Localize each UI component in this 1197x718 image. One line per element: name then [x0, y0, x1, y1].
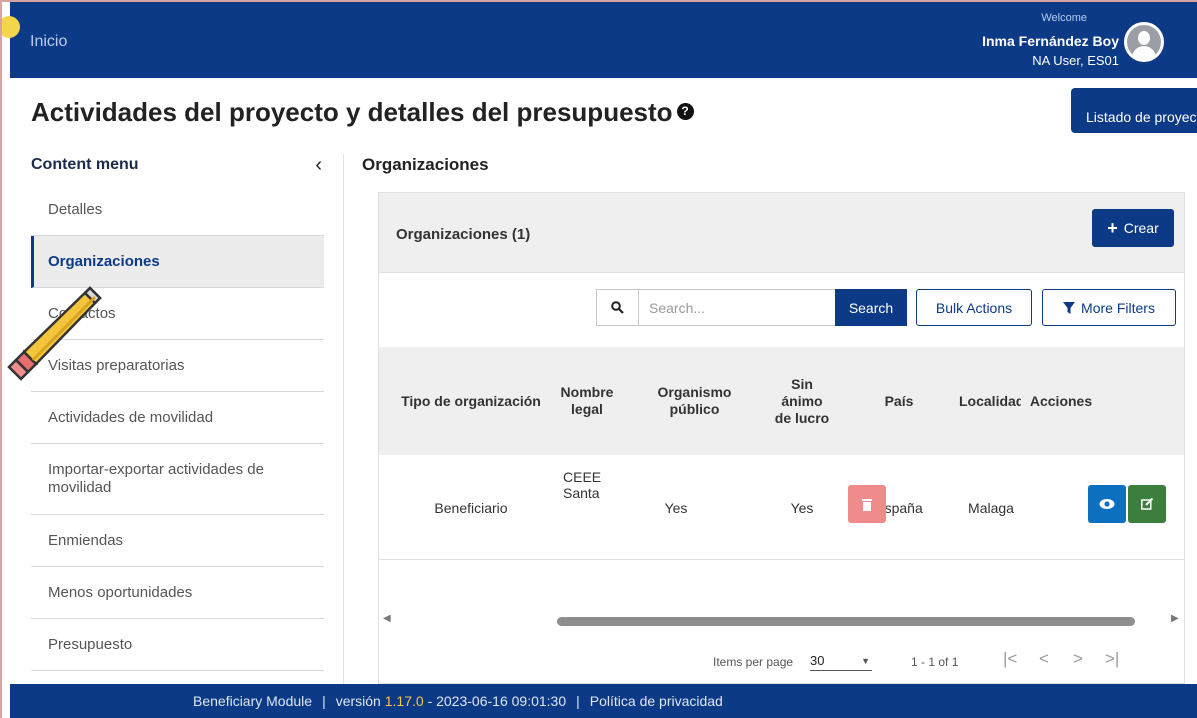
sidebar-item-label: Organizaciones	[48, 252, 160, 270]
scroll-right-arrow-icon[interactable]: ▶	[1171, 613, 1179, 624]
user-name[interactable]: Inma Fernández Boy	[982, 33, 1119, 49]
avatar[interactable]	[1124, 22, 1164, 62]
project-list-button[interactable]: Listado de proyectos	[1071, 88, 1197, 133]
sidebar-item-presupuesto[interactable]: Presupuesto	[31, 619, 324, 671]
collapse-chevron-icon[interactable]: ‹	[315, 154, 322, 177]
sidebar-item-organizaciones[interactable]: Organizaciones	[31, 236, 324, 288]
footer-build-date: - 2023-06-16 09:01:30	[427, 693, 567, 709]
table-header: Tipo de organización Nombre legal Organi…	[379, 347, 1184, 455]
cell-sin-animo: Yes	[790, 499, 814, 516]
search-icon	[596, 289, 638, 326]
pencil-icon	[7, 286, 102, 381]
sidebar-item-menos-oportunidades[interactable]: Menos oportunidades	[31, 567, 324, 619]
previous-page-icon[interactable]: <	[1039, 649, 1049, 669]
delete-button[interactable]	[848, 485, 886, 523]
sidebar-item-label: Actividades de movilidad	[48, 408, 214, 426]
sidebar-item-label: Detalles	[48, 200, 103, 218]
view-button[interactable]	[1088, 485, 1126, 523]
sidebar-item-label: Menos oportunidades	[48, 583, 193, 601]
filter-icon	[1063, 301, 1076, 314]
content-menu: Content menu ‹ Detalles Organizaciones C…	[31, 146, 324, 671]
cell-tipo: Beneficiario	[434, 499, 508, 516]
items-per-page-value: 30	[810, 653, 825, 668]
top-navbar: Inicio Welcome Inma Fernández Boy NA Use…	[0, 0, 1197, 78]
footer: Beneficiary Module | versión 1.17.0 - 20…	[10, 684, 1197, 718]
horizontal-scrollbar[interactable]: ◀ ▶	[379, 613, 1184, 629]
eye-icon	[1099, 499, 1115, 509]
sidebar-item-label: Enmiendas	[48, 531, 124, 549]
sidebar-item-label: Importar-exportar actividades de movilid…	[48, 461, 264, 496]
cell-localidad: Malaga	[968, 499, 1014, 516]
user-role: NA User, ES01	[1032, 53, 1119, 68]
sidebar-item-enmiendas[interactable]: Enmiendas	[31, 515, 324, 567]
panel-title: Organizaciones (1)	[396, 226, 531, 243]
edit-button[interactable]	[1128, 485, 1166, 523]
status-dot	[0, 16, 20, 38]
content-menu-header: Content menu ‹	[31, 146, 324, 184]
sidebar-item-detalles[interactable]: Detalles	[31, 184, 324, 236]
home-link[interactable]: Inicio	[30, 33, 67, 51]
footer-version: 1.17.0	[384, 693, 424, 709]
privacy-link[interactable]: Política de privacidad	[590, 693, 723, 709]
footer-separator: |	[322, 693, 326, 709]
page-title-text: Actividades del proyecto y detalles del …	[31, 97, 673, 127]
footer-separator: |	[576, 693, 580, 709]
edit-icon	[1141, 498, 1153, 510]
page-title: Actividades del proyecto y detalles del …	[31, 97, 694, 128]
more-filters-button[interactable]: More Filters	[1042, 289, 1176, 326]
window-border-left	[0, 0, 2, 718]
table-row[interactable]: Beneficiario CEEE Santa Yes Yes España M…	[379, 455, 1184, 560]
trash-icon	[862, 498, 872, 511]
panel-header: Organizaciones (1) + Crear	[379, 193, 1184, 273]
create-button-label: Crear	[1123, 220, 1159, 236]
first-page-icon[interactable]: |<	[1003, 649, 1017, 669]
items-per-page-label: Items per page	[713, 655, 794, 669]
column-header-nombre[interactable]: Nombre legal	[551, 347, 623, 455]
pagination: Items per page 30 ▼ 1 - 1 of 1 |< < > >|	[379, 629, 1184, 683]
bulk-actions-button[interactable]: Bulk Actions	[916, 289, 1032, 326]
search-button[interactable]: Search	[835, 289, 907, 326]
footer-module: Beneficiary Module	[193, 693, 313, 709]
window-border-top	[0, 0, 1197, 4]
scrollbar-thumb[interactable]	[557, 617, 1135, 626]
sidebar-item-label: Presupuesto	[48, 635, 133, 653]
column-header-acciones: Acciones	[1029, 392, 1093, 409]
column-header-sin-animo[interactable]: Sin ánimo de lucro	[772, 347, 832, 455]
column-header-pais[interactable]: País	[871, 347, 927, 455]
column-header-tipo[interactable]: Tipo de organización	[401, 347, 541, 455]
cell-publico: Yes	[664, 499, 688, 516]
content-menu-title: Content menu	[31, 156, 139, 173]
dropdown-caret-icon: ▼	[861, 656, 870, 666]
plus-icon: +	[1107, 217, 1118, 238]
sidebar-divider	[343, 154, 344, 684]
table-toolbar: Search Bulk Actions More Filters	[379, 275, 1184, 347]
last-page-icon[interactable]: >|	[1105, 649, 1119, 669]
sidebar-item-movilidad[interactable]: Actividades de movilidad	[31, 392, 324, 444]
avatar-head-icon	[1138, 31, 1150, 45]
column-header-publico[interactable]: Organismo público	[647, 347, 742, 455]
section-title: Organizaciones	[362, 155, 489, 174]
footer-version-label: versión	[335, 693, 381, 709]
organizations-panel: Organizaciones (1) + Crear Search Bulk Ac…	[378, 192, 1185, 684]
sidebar-item-importar-exportar[interactable]: Importar-exportar actividades de movilid…	[31, 444, 324, 515]
column-header-localidad[interactable]: Localidad	[959, 347, 1021, 455]
more-filters-label: More Filters	[1081, 299, 1155, 316]
avatar-body-icon	[1132, 46, 1156, 59]
next-page-icon[interactable]: >	[1073, 649, 1083, 669]
scroll-left-arrow-icon[interactable]: ◀	[383, 613, 391, 624]
page-range: 1 - 1 of 1	[911, 655, 959, 669]
items-per-page-select[interactable]: 30 ▼	[810, 653, 872, 671]
create-button[interactable]: + Crear	[1092, 209, 1174, 247]
welcome-label: Welcome	[1041, 12, 1087, 24]
search-input[interactable]	[638, 289, 836, 326]
help-icon[interactable]: ?	[676, 103, 694, 120]
cell-nombre: CEEE Santa	[563, 469, 602, 501]
